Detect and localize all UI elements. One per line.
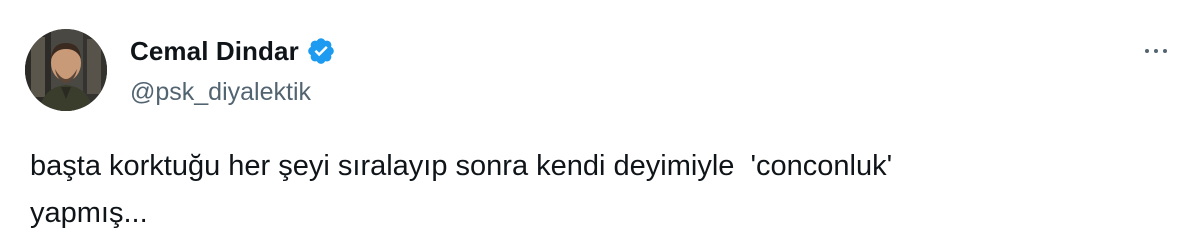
profile-photo-icon — [25, 29, 107, 111]
avatar[interactable] — [25, 29, 107, 111]
author-name-row: Cemal Dindar — [130, 33, 336, 69]
more-options-icon — [1145, 49, 1149, 53]
author-handle[interactable]: @psk_diyalektik — [130, 74, 311, 110]
more-options-button[interactable] — [1136, 36, 1176, 66]
author-display-name[interactable]: Cemal Dindar — [130, 33, 299, 69]
tweet-card: Cemal Dindar @psk_diyalektik başta korkt… — [0, 0, 1200, 252]
more-options-dot — [1154, 49, 1158, 53]
more-options-dot — [1163, 49, 1167, 53]
tweet-text: başta korktuğu her şeyi sıralayıp sonra … — [30, 143, 1150, 237]
tweet-text-line-1: başta korktuğu her şeyi sıralayıp sonra … — [30, 150, 893, 182]
verified-badge-icon[interactable] — [306, 36, 336, 66]
tweet-text-line-2: yapmış... — [30, 197, 148, 229]
